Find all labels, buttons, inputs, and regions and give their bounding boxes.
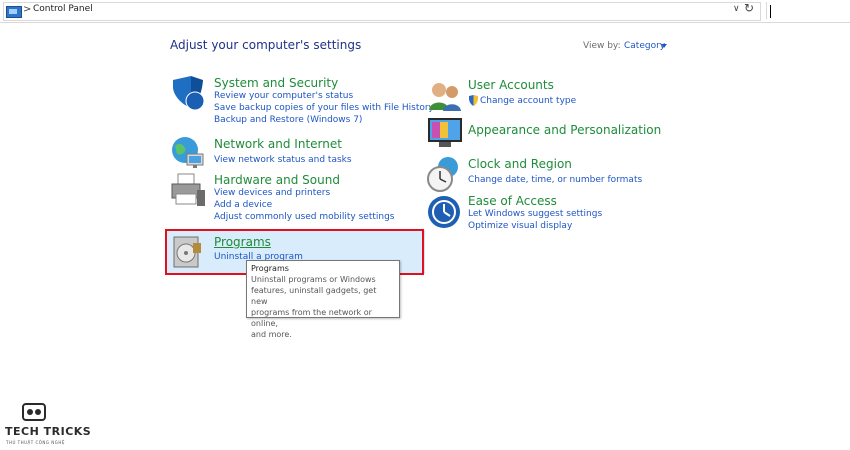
- address-dropdown-icon[interactable]: ∨: [733, 4, 740, 14]
- breadcrumb-separator[interactable]: >: [23, 4, 31, 15]
- tooltip-line: features, uninstall gadgets, get new: [251, 286, 377, 306]
- watermark-tagline: THỦ THUẬT CÔNG NGHỆ: [6, 440, 65, 445]
- category-user-accounts[interactable]: User Accounts: [468, 78, 554, 92]
- clock-globe-icon[interactable]: [426, 155, 464, 193]
- text-cursor: [770, 5, 771, 18]
- shield-icon[interactable]: [169, 74, 207, 112]
- chevron-down-icon[interactable]: [661, 44, 667, 48]
- link-add-device[interactable]: Add a device: [214, 200, 272, 210]
- tech-tricks-logo-icon: [22, 403, 46, 421]
- uac-shield-icon: [469, 95, 478, 106]
- breadcrumb-control-panel[interactable]: Control Panel: [33, 4, 93, 14]
- ease-of-access-icon[interactable]: [426, 193, 464, 231]
- view-by-dropdown[interactable]: Category: [624, 41, 665, 51]
- address-bar: > Control Panel ∨ ↻: [0, 0, 850, 23]
- link-review-status[interactable]: Review your computer's status: [214, 91, 353, 101]
- link-optimize-visual[interactable]: Optimize visual display: [468, 221, 572, 231]
- address-field[interactable]: [3, 2, 761, 21]
- link-devices-printers[interactable]: View devices and printers: [214, 188, 330, 198]
- category-clock-region[interactable]: Clock and Region: [468, 157, 572, 171]
- link-date-time-formats[interactable]: Change date, time, or number formats: [468, 175, 642, 185]
- tooltip-line: Uninstall programs or Windows: [251, 275, 376, 284]
- programs-tooltip: Programs Uninstall programs or Windows f…: [246, 260, 400, 339]
- category-ease-of-access[interactable]: Ease of Access: [468, 194, 557, 208]
- category-system-security[interactable]: System and Security: [214, 76, 338, 90]
- printer-icon[interactable]: [169, 172, 207, 210]
- view-by-label: View by:: [583, 41, 621, 51]
- monitor-palette-icon[interactable]: [426, 114, 464, 152]
- page-title: Adjust your computer's settings: [170, 38, 362, 52]
- tooltip-line: and more.: [251, 330, 292, 339]
- category-hardware-sound[interactable]: Hardware and Sound: [214, 173, 340, 187]
- category-network-internet[interactable]: Network and Internet: [214, 137, 342, 151]
- watermark-name: TECH TRICKS: [5, 425, 92, 438]
- link-mobility-settings[interactable]: Adjust commonly used mobility settings: [214, 212, 394, 222]
- tooltip-line: programs from the network or online,: [251, 308, 372, 328]
- category-appearance[interactable]: Appearance and Personalization: [468, 123, 661, 137]
- link-backup-restore[interactable]: Backup and Restore (Windows 7): [214, 115, 362, 125]
- control-panel-icon: [6, 6, 22, 18]
- refresh-icon[interactable]: ↻: [744, 1, 754, 15]
- users-icon[interactable]: [426, 78, 464, 116]
- link-change-account-type[interactable]: Change account type: [480, 96, 576, 106]
- tooltip-title: Programs: [251, 264, 289, 273]
- link-network-status[interactable]: View network status and tasks: [214, 155, 352, 165]
- globe-network-icon[interactable]: [169, 134, 207, 172]
- link-file-history[interactable]: Save backup copies of your files with Fi…: [214, 103, 434, 113]
- link-windows-suggest[interactable]: Let Windows suggest settings: [468, 209, 602, 219]
- search-input[interactable]: [766, 2, 850, 19]
